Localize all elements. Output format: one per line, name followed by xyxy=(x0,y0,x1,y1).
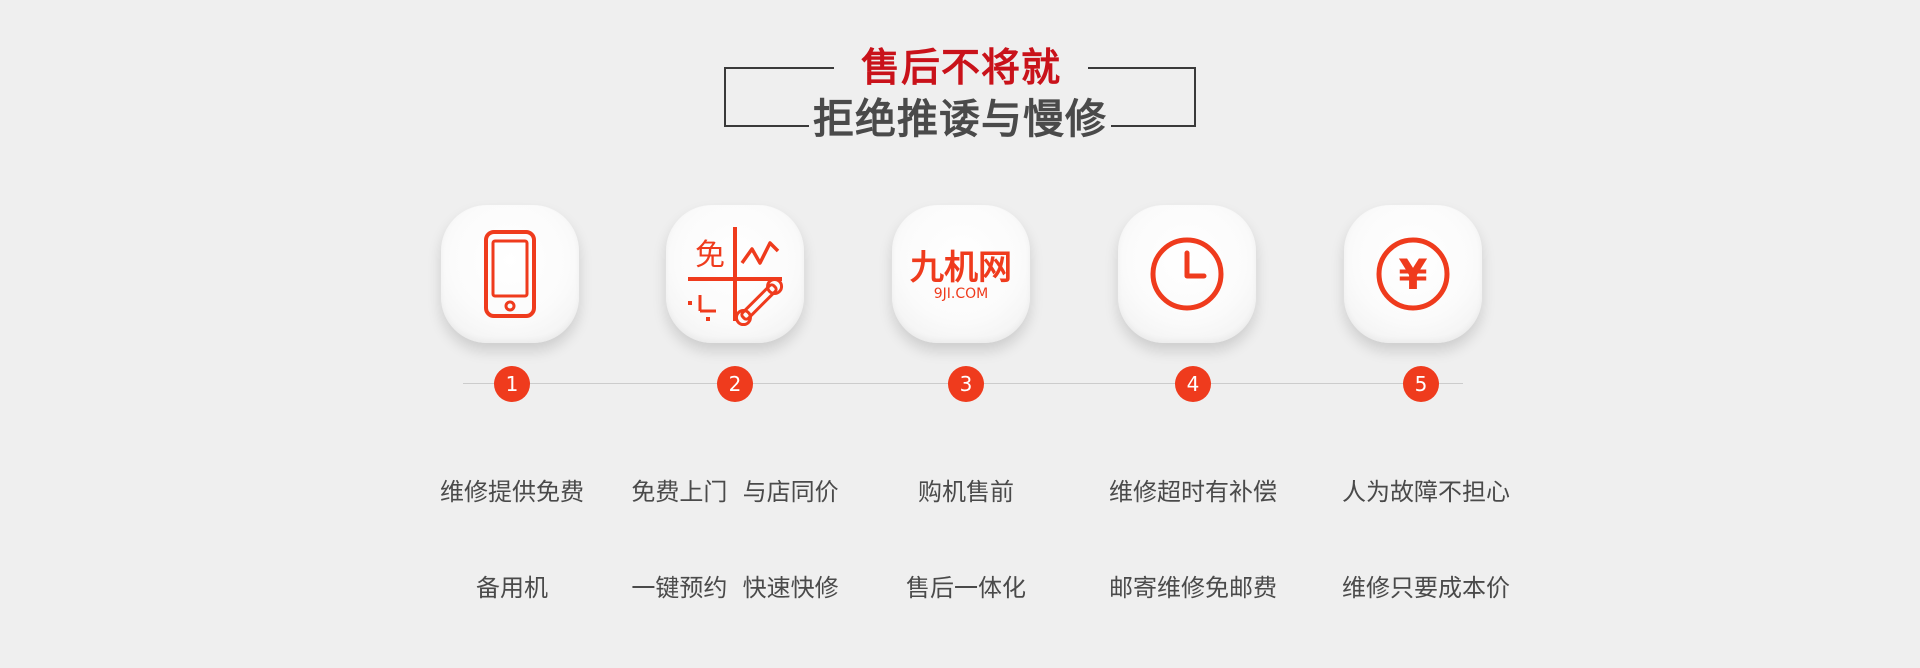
logo-cn: 九机网 xyxy=(910,248,1012,288)
phone-icon xyxy=(484,230,536,318)
step-caption-line1: 维修提供免费 xyxy=(440,478,584,506)
yen-symbol: ¥ xyxy=(1398,250,1427,299)
clock-icon xyxy=(1150,237,1224,311)
step-number-badge: 2 xyxy=(717,366,753,402)
step-caption: 维修超时有补偿 邮寄维修免邮费 xyxy=(1073,412,1313,668)
step-caption-line2: 维修只要成本价 xyxy=(1342,574,1510,602)
step-caption-line2: 一键预约 快速快修 xyxy=(631,574,839,602)
icon-card-3: 九机网 9JI.COM xyxy=(892,205,1030,343)
jiuji-logo-icon: 九机网 9JI.COM xyxy=(910,248,1012,302)
icon-card-5: ¥ xyxy=(1344,205,1482,343)
icon-card-4 xyxy=(1118,205,1256,343)
step-number-badge: 3 xyxy=(948,366,984,402)
step-caption-line1: 维修超时有补偿 xyxy=(1109,478,1277,506)
step-caption-line2: 售后一体化 xyxy=(906,574,1026,602)
yen-icon: ¥ xyxy=(1376,237,1450,311)
step-number-badge: 4 xyxy=(1175,366,1211,402)
step-caption-line1: 购机售前 xyxy=(918,478,1014,506)
title-main: 售后不将就 xyxy=(834,48,1088,90)
step-caption: 维修提供免费 备用机 xyxy=(392,412,632,668)
step-caption: 购机售前 售后一体化 xyxy=(846,412,1086,668)
step-number-badge: 5 xyxy=(1403,366,1439,402)
step-caption: 免费上门 与店同价 一键预约 快速快修 xyxy=(615,412,855,668)
step-caption: 人为故障不担心 维修只要成本价 xyxy=(1306,412,1546,668)
icon-card-1 xyxy=(441,205,579,343)
logo-en: 9JI.COM xyxy=(934,286,989,302)
step-number-badge: 1 xyxy=(494,366,530,402)
step-caption-line2: 备用机 xyxy=(476,574,548,602)
step-caption-line1: 人为故障不担心 xyxy=(1342,478,1510,506)
title-sub: 拒绝推诿与慢修 xyxy=(809,95,1111,143)
section-title: 售后不将就 拒绝推诿与慢修 xyxy=(724,48,1198,143)
icon-card-2: 免 xyxy=(666,205,804,343)
free-door-repair-icon: 免 xyxy=(688,227,784,327)
step-caption-line2: 邮寄维修免邮费 xyxy=(1109,574,1277,602)
free-char: 免 xyxy=(695,238,725,273)
step-caption-line1: 免费上门 与店同价 xyxy=(631,478,839,506)
